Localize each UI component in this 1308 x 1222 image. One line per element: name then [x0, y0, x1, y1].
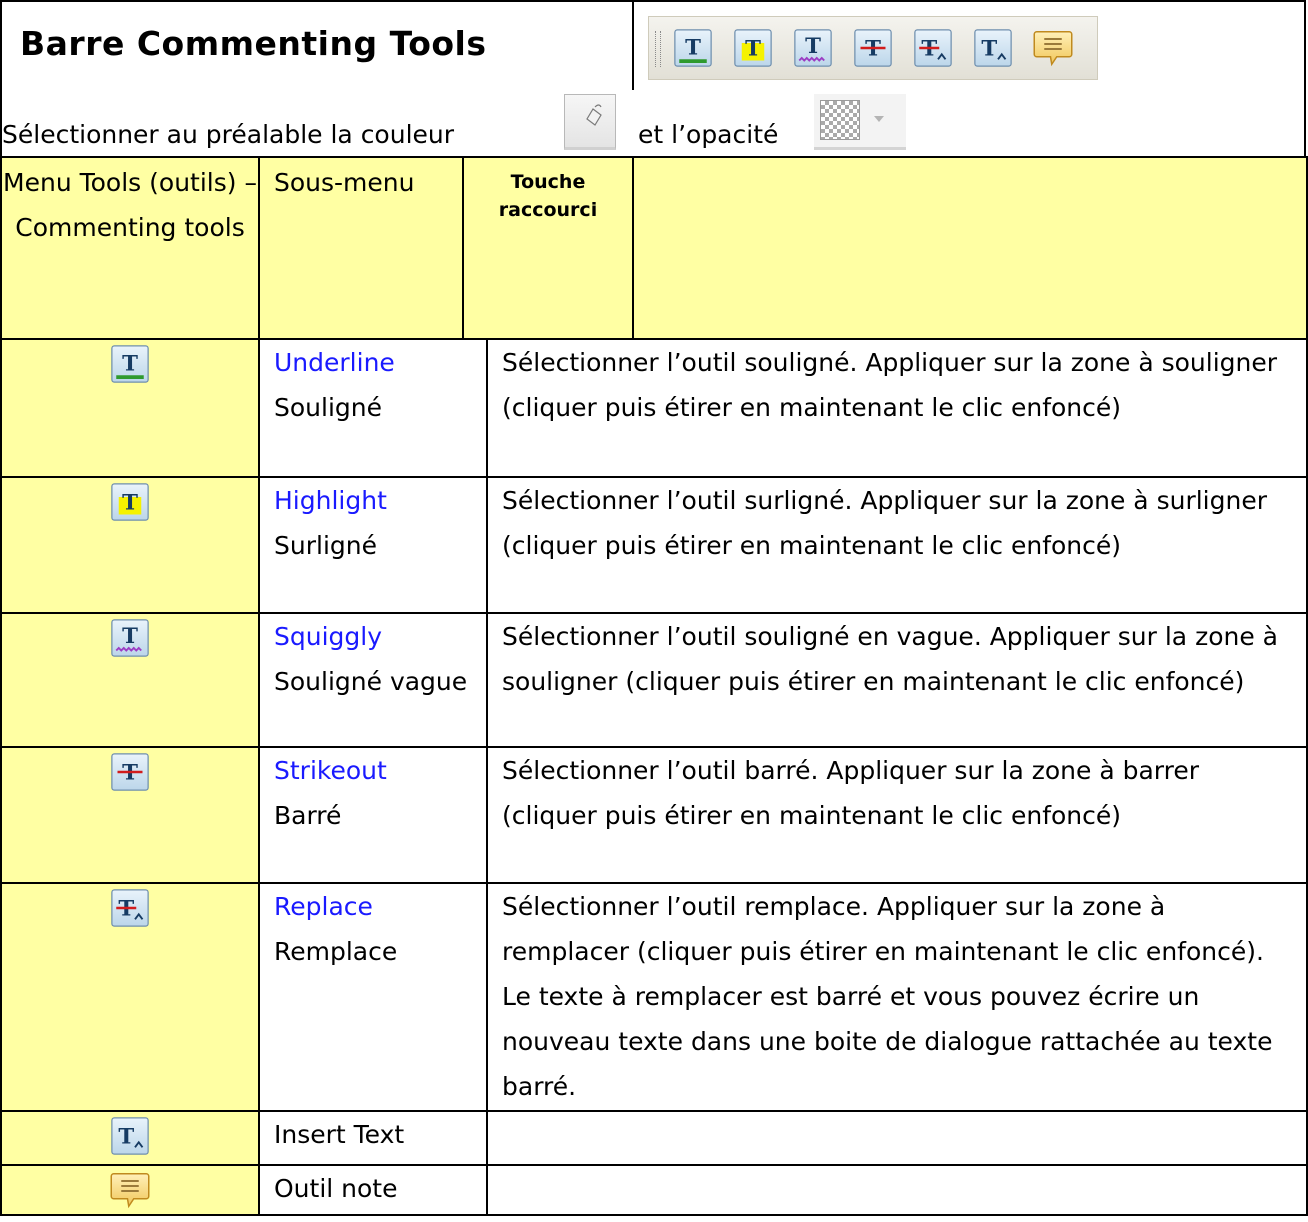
- row-submenu-cell: Underline Souligné: [258, 338, 488, 478]
- row-submenu-cell: Insert Text: [258, 1110, 488, 1166]
- row-description: Sélectionner l’outil barré. Appliquer su…: [486, 746, 1308, 884]
- submenu-label: Souligné: [274, 393, 382, 422]
- row-description: Sélectionner l’outil remplace. Appliquer…: [486, 882, 1308, 1112]
- strikeout-icon[interactable]: [853, 27, 893, 69]
- highlight-icon[interactable]: [733, 27, 773, 69]
- header-submenu: Sous-menu: [258, 156, 464, 340]
- table-row: Replace Remplace Sélectionner l’outil re…: [0, 882, 1308, 1112]
- instruction-row: Sélectionner au préalable la couleur et …: [0, 90, 1306, 158]
- row-description: [486, 1110, 1308, 1166]
- row-icon-cell: [0, 338, 260, 478]
- table-row: Strikeout Barré Sélectionner l’outil bar…: [0, 746, 1308, 884]
- submenu-name: Strikeout: [274, 756, 387, 785]
- row-submenu-cell: Highlight Surligné: [258, 476, 488, 614]
- table-row: Underline Souligné Sélectionner l’outil …: [0, 338, 1308, 478]
- color-picker-button[interactable]: [564, 94, 616, 150]
- insert-text-icon[interactable]: [973, 27, 1013, 69]
- row-submenu-cell: Strikeout Barré: [258, 746, 488, 884]
- insert-text-icon[interactable]: [110, 1116, 150, 1156]
- row-description: Sélectionner l’outil souligné en vague. …: [486, 612, 1308, 748]
- note-icon[interactable]: [1033, 27, 1073, 69]
- table-row: Squiggly Souligné vague Sélectionner l’o…: [0, 612, 1308, 748]
- row-submenu-cell: Outil note: [258, 1164, 488, 1216]
- instruction-text-opacity: et l’opacité: [638, 120, 779, 149]
- row-icon-cell: [0, 1164, 260, 1216]
- row-icon-cell: [0, 882, 260, 1112]
- row-submenu-cell: Squiggly Souligné vague: [258, 612, 488, 748]
- header-shortcut: Touche raccourci: [462, 156, 634, 340]
- header-row: Barre Commenting Tools: [0, 0, 1306, 92]
- underline-icon[interactable]: [673, 27, 713, 69]
- tools-table: Menu Tools (outils) – Commenting tools S…: [0, 156, 1308, 1216]
- instruction-text-color: Sélectionner au préalable la couleur: [2, 120, 455, 149]
- submenu-label: Barré: [274, 801, 342, 830]
- row-icon-cell: [0, 476, 260, 614]
- row-description: Sélectionner l’outil souligné. Appliquer…: [486, 338, 1308, 478]
- squiggly-icon[interactable]: [110, 618, 150, 658]
- toolbar-grip[interactable]: [655, 31, 661, 67]
- table-row: Outil note: [0, 1164, 1308, 1216]
- table-row: Insert Text: [0, 1110, 1308, 1166]
- commenting-toolbar: [648, 16, 1098, 80]
- strikeout-icon[interactable]: [110, 752, 150, 792]
- table-row: Highlight Surligné Sélectionner l’outil …: [0, 476, 1308, 614]
- submenu-label: Surligné: [274, 531, 377, 560]
- submenu-name: Highlight: [274, 486, 387, 515]
- note-icon[interactable]: [110, 1170, 150, 1210]
- row-submenu-cell: Replace Remplace: [258, 882, 488, 1112]
- squiggly-icon[interactable]: [793, 27, 833, 69]
- submenu-label: Outil note: [274, 1174, 398, 1203]
- table-header-row: Menu Tools (outils) – Commenting tools S…: [0, 156, 1308, 340]
- row-description: [486, 1164, 1308, 1216]
- underline-icon[interactable]: [110, 344, 150, 384]
- paint-bucket-icon: [586, 104, 602, 126]
- opacity-swatch: [820, 100, 860, 140]
- submenu-name: Underline: [274, 348, 395, 377]
- submenu-label: Remplace: [274, 937, 398, 966]
- submenu-label: Insert Text: [274, 1120, 405, 1149]
- row-icon-cell: [0, 746, 260, 884]
- chevron-down-icon: [874, 116, 884, 122]
- replace-icon[interactable]: [110, 888, 150, 928]
- highlight-icon[interactable]: [110, 482, 150, 522]
- opacity-dropdown[interactable]: [814, 94, 906, 150]
- submenu-name: Squiggly: [274, 622, 383, 651]
- submenu-label: Souligné vague: [274, 667, 468, 696]
- submenu-name: Replace: [274, 892, 373, 921]
- replace-icon[interactable]: [913, 27, 953, 69]
- row-description: Sélectionner l’outil surligné. Appliquer…: [486, 476, 1308, 614]
- page-title: Barre Commenting Tools: [20, 24, 487, 63]
- header-title-cell: Barre Commenting Tools: [4, 2, 634, 90]
- row-icon-cell: [0, 612, 260, 748]
- row-icon-cell: [0, 1110, 260, 1166]
- document-page: Barre Commenting Tools Sélectionner au p…: [0, 0, 1308, 1222]
- header-empty-cell: [632, 156, 1308, 340]
- header-menu-tools: Menu Tools (outils) – Commenting tools: [0, 156, 260, 340]
